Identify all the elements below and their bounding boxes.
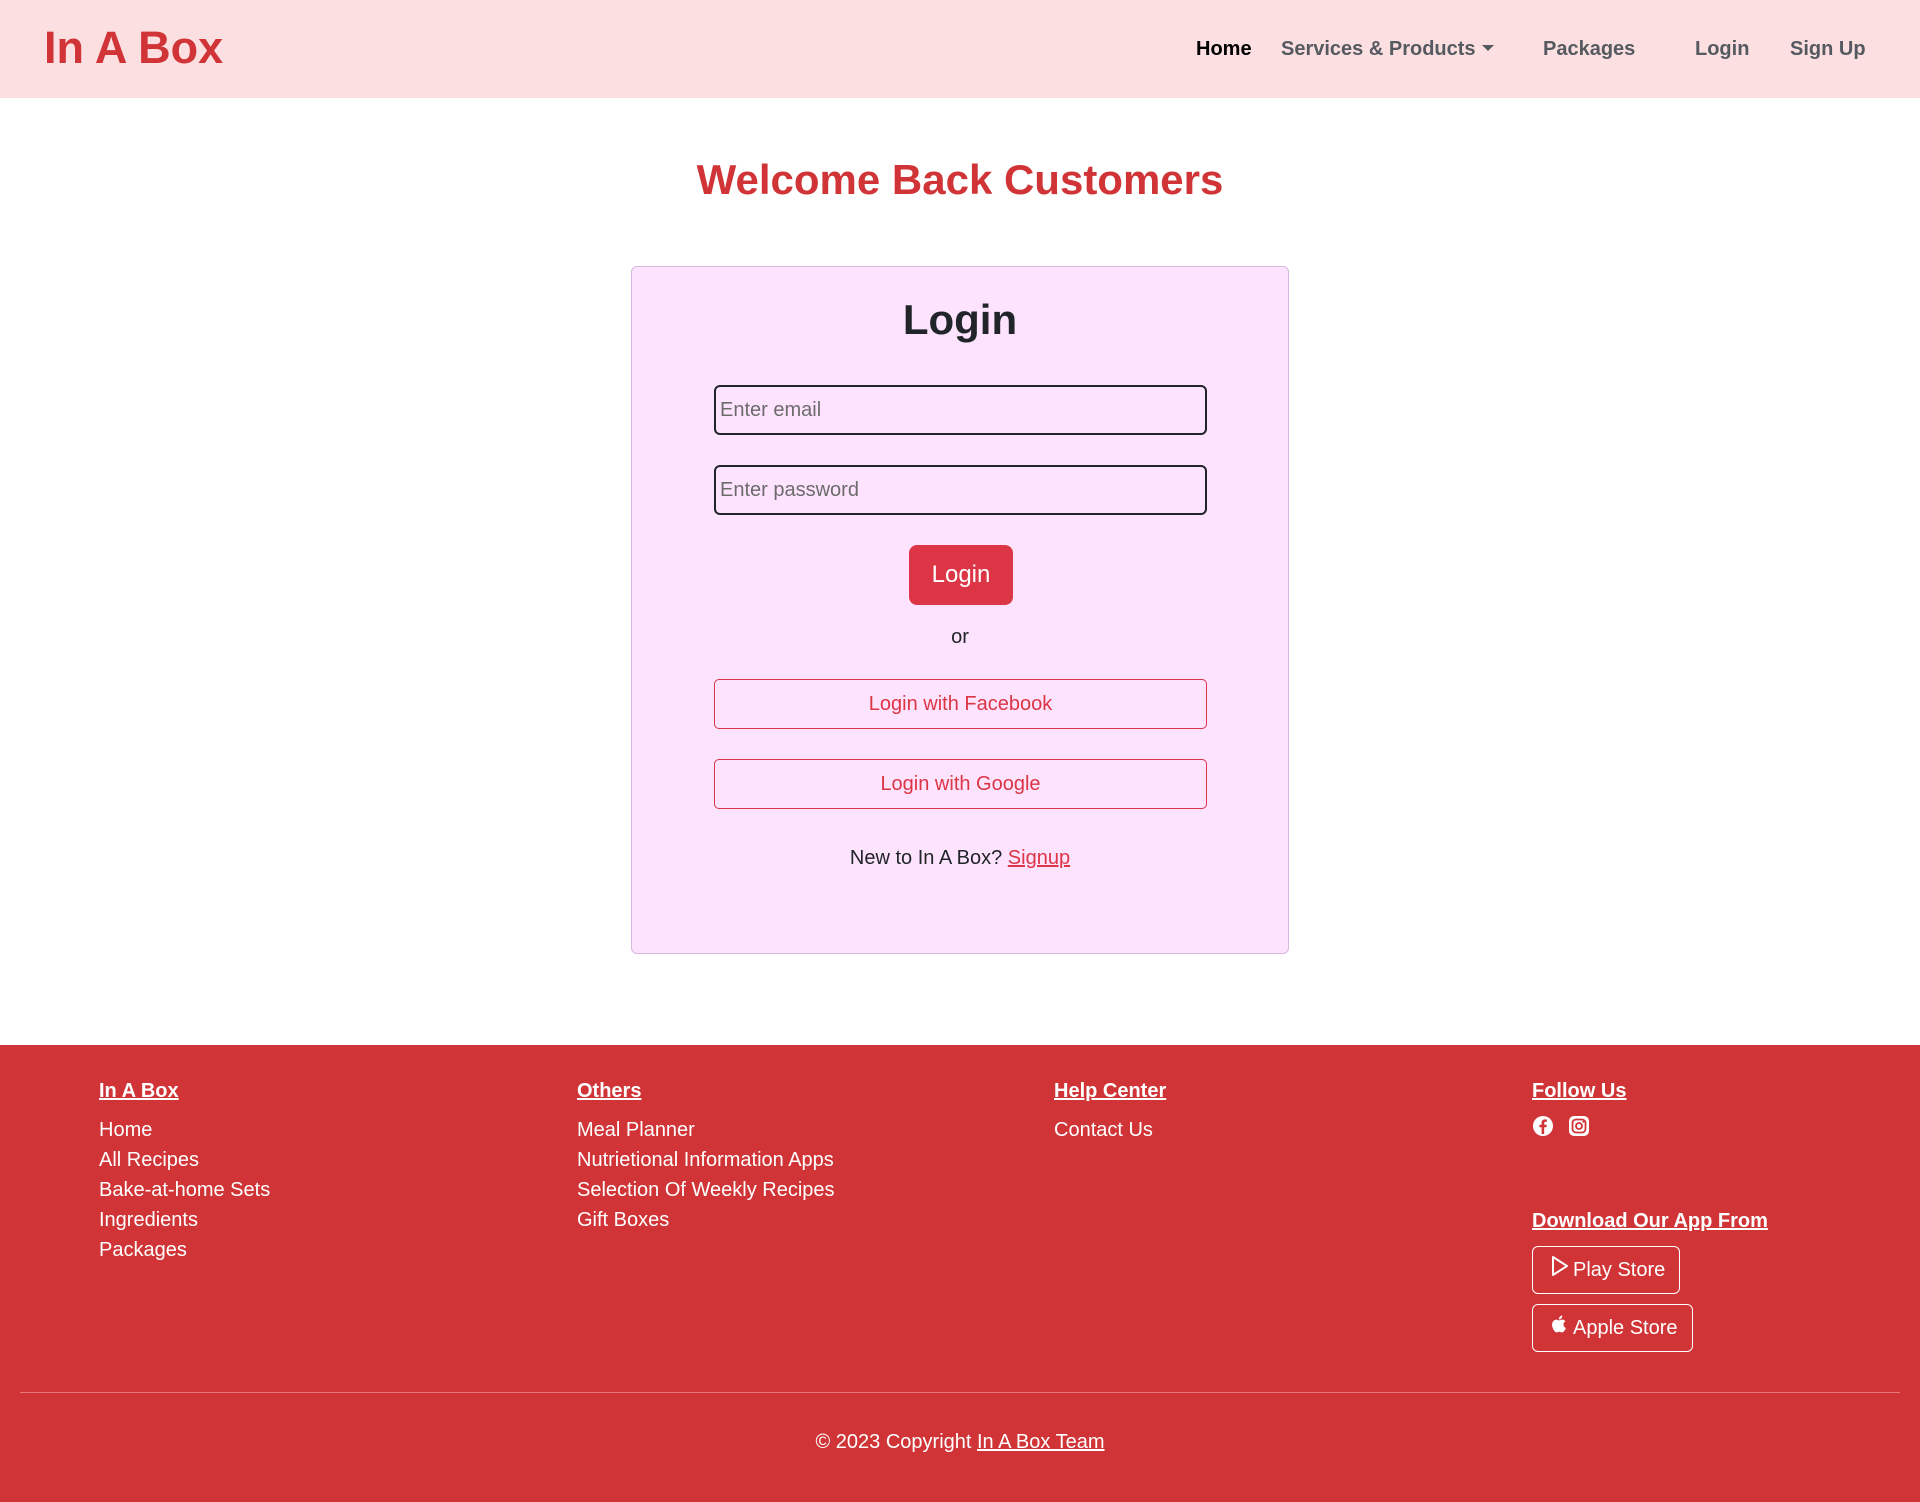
brand-logo[interactable]: In A Box	[44, 22, 223, 74]
nav-login[interactable]: Login	[1695, 36, 1749, 62]
nav-signup[interactable]: Sign Up	[1790, 36, 1866, 62]
footer-link-home[interactable]: Home	[99, 1115, 270, 1145]
footer-link-all-recipes[interactable]: All Recipes	[99, 1145, 270, 1175]
footer-link-gift-boxes[interactable]: Gift Boxes	[577, 1205, 835, 1235]
login-facebook-button[interactable]: Login with Facebook	[714, 679, 1207, 729]
footer-divider	[20, 1392, 1900, 1393]
caret-down-icon	[1481, 44, 1494, 51]
apple-icon	[1551, 1305, 1569, 1351]
play-store-icon	[1551, 1247, 1569, 1293]
play-store-button[interactable]: Play Store	[1532, 1246, 1681, 1294]
apple-store-label: Apple Store	[1573, 1317, 1678, 1339]
play-store-label: Play Store	[1573, 1259, 1666, 1281]
login-button[interactable]: Login	[909, 545, 1013, 605]
nav-services-label: Services & Products	[1281, 38, 1476, 60]
footer-heading-others[interactable]: Others	[577, 1079, 835, 1103]
footer-link-nutritional-apps[interactable]: Nutrietional Information Apps	[577, 1145, 835, 1175]
footer-heading-inabox[interactable]: In A Box	[99, 1079, 270, 1103]
footer: In A Box Home All Recipes Bake-at-home S…	[0, 1045, 1920, 1502]
or-separator: or	[951, 626, 969, 648]
footer-link-ingredients[interactable]: Ingredients	[99, 1205, 270, 1235]
signup-prompt-text: New to In A Box?	[849, 847, 1003, 869]
apple-store-button[interactable]: Apple Store	[1532, 1304, 1693, 1352]
password-input[interactable]	[714, 465, 1207, 515]
footer-column-follow-us: Follow Us	[1532, 1079, 1626, 1115]
footer-heading-follow-us[interactable]: Follow Us	[1532, 1079, 1626, 1103]
download-app-heading[interactable]: Download Our App From	[1532, 1209, 1768, 1233]
nav-services-dropdown[interactable]: Services & Products	[1281, 36, 1494, 62]
footer-heading-help-center[interactable]: Help Center	[1054, 1079, 1166, 1103]
footer-column-inabox: In A Box Home All Recipes Bake-at-home S…	[99, 1079, 270, 1265]
social-icons	[1532, 1115, 1590, 1137]
login-card-title: Login	[902, 296, 1018, 343]
nav-packages[interactable]: Packages	[1543, 36, 1635, 62]
footer-link-bake-at-home-sets[interactable]: Bake-at-home Sets	[99, 1175, 270, 1205]
footer-link-contact-us[interactable]: Contact Us	[1054, 1115, 1166, 1145]
facebook-icon[interactable]	[1532, 1115, 1554, 1137]
signup-link[interactable]: Signup	[1008, 847, 1070, 869]
login-google-button[interactable]: Login with Google	[714, 759, 1207, 809]
footer-column-others: Others Meal Planner Nutrietional Informa…	[577, 1079, 835, 1235]
signup-prompt: New to In A Box? Signup	[632, 846, 1288, 870]
page-title: Welcome Back Customers	[696, 156, 1224, 203]
footer-column-help-center: Help Center Contact Us	[1054, 1079, 1166, 1145]
footer-link-weekly-recipes[interactable]: Selection Of Weekly Recipes	[577, 1175, 835, 1205]
footer-link-meal-planner[interactable]: Meal Planner	[577, 1115, 835, 1145]
nav-home[interactable]: Home	[1196, 36, 1252, 62]
login-card: Login Login or Login with Facebook Login…	[631, 266, 1289, 954]
copyright-team-link[interactable]: In A Box Team	[977, 1431, 1105, 1453]
instagram-icon[interactable]	[1568, 1115, 1590, 1137]
navbar: In A Box Home Services & Products Packag…	[0, 0, 1920, 98]
footer-link-packages[interactable]: Packages	[99, 1235, 270, 1265]
copyright: © 2023 Copyright In A Box Team	[0, 1430, 1920, 1454]
copyright-text: © 2023 Copyright	[815, 1431, 972, 1453]
email-input[interactable]	[714, 385, 1207, 435]
